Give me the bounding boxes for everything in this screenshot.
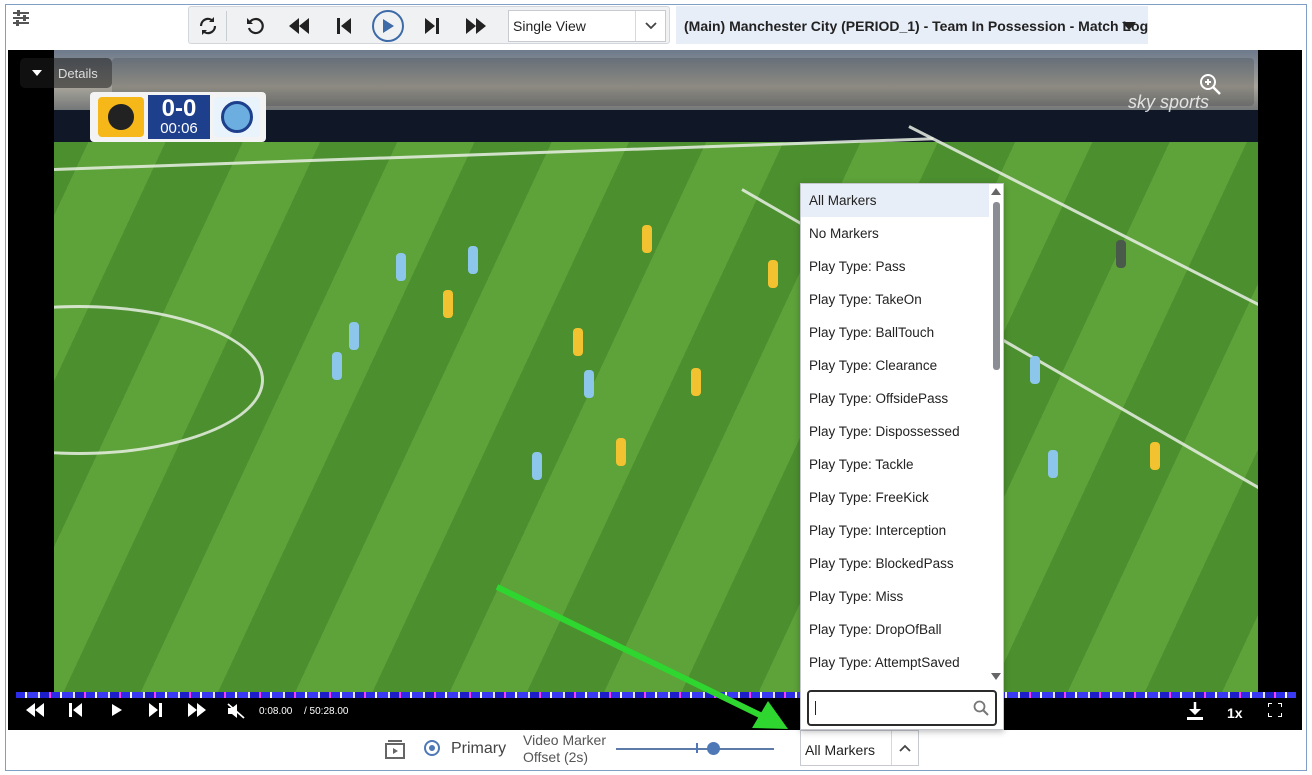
download-icon[interactable] <box>1186 702 1204 720</box>
play-icon[interactable] <box>110 702 124 718</box>
offset-label-line1: Video Marker <box>523 732 607 748</box>
play-icon <box>372 10 404 42</box>
fast-forward-icon[interactable] <box>461 11 491 41</box>
scroll-down-icon[interactable] <box>991 673 1001 680</box>
caret-down-icon <box>32 70 42 76</box>
player <box>349 322 359 350</box>
rewind-icon[interactable] <box>284 11 314 41</box>
marker-option[interactable]: Play Type: BallTouch <box>801 316 989 349</box>
pitch-line <box>54 137 934 171</box>
video-marker-offset-label: Video Marker Offset (2s) <box>523 732 606 766</box>
mute-icon[interactable] <box>226 702 246 720</box>
match-clock: 00:06 <box>160 120 198 137</box>
primary-label: Primary <box>451 740 507 757</box>
player <box>584 370 594 398</box>
marker-filter-value: All Markers <box>805 742 876 758</box>
centre-circle <box>54 305 264 455</box>
current-time: 0:08.00 <box>259 706 293 717</box>
offset-slider-track[interactable] <box>616 748 774 750</box>
dropdown-scrollbar[interactable] <box>991 186 1001 682</box>
marker-option[interactable]: Play Type: Interception <box>801 514 989 547</box>
score-panel: 0-0 00:06 <box>148 95 210 139</box>
marker-filter-dropdown: All Markers No Markers Play Type: Pass P… <box>800 183 1004 730</box>
player <box>396 253 406 281</box>
sync-icon[interactable] <box>193 11 223 41</box>
player <box>1030 356 1040 384</box>
away-team-crest <box>214 97 260 137</box>
play-button[interactable] <box>371 9 405 43</box>
marker-option[interactable]: Play Type: DropOfBall <box>801 613 989 646</box>
details-toggle[interactable]: Details <box>20 58 112 88</box>
goalkeeper <box>1116 240 1126 268</box>
player <box>768 260 778 288</box>
view-mode-select[interactable]: Single View <box>508 10 666 42</box>
marker-option[interactable]: Play Type: Pass <box>801 250 989 283</box>
scrollbar-thumb[interactable] <box>993 202 1000 370</box>
chevron-up-icon <box>891 731 918 765</box>
player <box>573 328 583 356</box>
caret-down-icon <box>1122 22 1136 30</box>
marker-option[interactable]: Play Type: Tackle <box>801 448 989 481</box>
match-log-selector[interactable]: (Main) Manchester City (PERIOD_1) - Team… <box>676 6 1148 44</box>
video-options-bar: Primary Video Marker Offset (2s) All Mar… <box>8 730 1302 768</box>
marker-option[interactable]: Play Type: Miss <box>801 580 989 613</box>
scoreboard: 0-0 00:06 <box>90 92 266 142</box>
marker-option[interactable]: Play Type: Dispossessed <box>801 415 989 448</box>
home-team-crest <box>98 97 144 137</box>
marker-search-input[interactable] <box>807 690 997 726</box>
player <box>616 438 626 466</box>
player <box>642 225 652 253</box>
details-label: Details <box>58 66 98 81</box>
marker-option[interactable]: No Markers <box>801 217 989 250</box>
player <box>532 452 542 480</box>
player <box>1150 442 1160 470</box>
marker-option[interactable]: Play Type: FreeKick <box>801 481 989 514</box>
replay-icon[interactable] <box>240 11 270 41</box>
offset-slider-handle[interactable] <box>707 742 720 755</box>
text-cursor <box>815 701 816 715</box>
player <box>1048 450 1058 478</box>
toolbar-separator <box>226 11 227 41</box>
marker-option[interactable]: Play Type: AttemptSaved <box>801 646 989 679</box>
playback-toolbar: Single View <box>188 6 670 44</box>
total-time: / 50:28.00 <box>304 706 349 717</box>
marker-filter-select[interactable]: All Markers <box>800 730 919 766</box>
offset-label-line2: Offset (2s) <box>523 749 589 765</box>
video-markers-timeline[interactable] <box>16 692 1296 698</box>
skip-forward-icon[interactable] <box>417 11 447 41</box>
marker-option[interactable]: Play Type: BlockedPass <box>801 547 989 580</box>
playback-speed[interactable]: 1x <box>1227 705 1243 721</box>
marker-option[interactable]: All Markers <box>801 184 989 217</box>
video-player[interactable]: Details sky sports 0-0 00:06 0:08.00 / 5… <box>8 50 1302 730</box>
player <box>468 246 478 274</box>
view-mode-value: Single View <box>513 18 586 34</box>
player <box>443 290 453 318</box>
layers-icon[interactable] <box>385 739 405 759</box>
marker-option[interactable]: Play Type: OffsidePass <box>801 382 989 415</box>
skip-forward-icon[interactable] <box>148 702 164 718</box>
player <box>332 352 342 380</box>
skip-back-icon[interactable] <box>329 11 359 41</box>
marker-options-list: All Markers No Markers Play Type: Pass P… <box>801 184 989 684</box>
video-frame <box>54 50 1258 692</box>
marker-option[interactable]: Play Type: Clearance <box>801 349 989 382</box>
scroll-up-icon[interactable] <box>991 188 1001 195</box>
match-log-title: (Main) Manchester City (PERIOD_1) - Team… <box>684 18 1149 34</box>
primary-radio[interactable] <box>424 740 440 756</box>
marker-option[interactable]: Play Type: TakeOn <box>801 283 989 316</box>
player <box>691 368 701 396</box>
search-icon <box>973 700 989 716</box>
chevron-down-icon <box>635 11 665 41</box>
offset-slider-tick <box>696 743 698 753</box>
fullscreen-icon[interactable] <box>1267 702 1283 718</box>
match-score: 0-0 <box>161 95 197 122</box>
fast-forward-icon[interactable] <box>186 702 208 718</box>
broadcaster-logo: sky sports <box>1128 92 1210 112</box>
filter-settings-icon[interactable] <box>12 9 30 27</box>
details-overlay-bar <box>112 58 1254 106</box>
rewind-icon[interactable] <box>24 702 46 718</box>
skip-back-icon[interactable] <box>68 702 84 718</box>
